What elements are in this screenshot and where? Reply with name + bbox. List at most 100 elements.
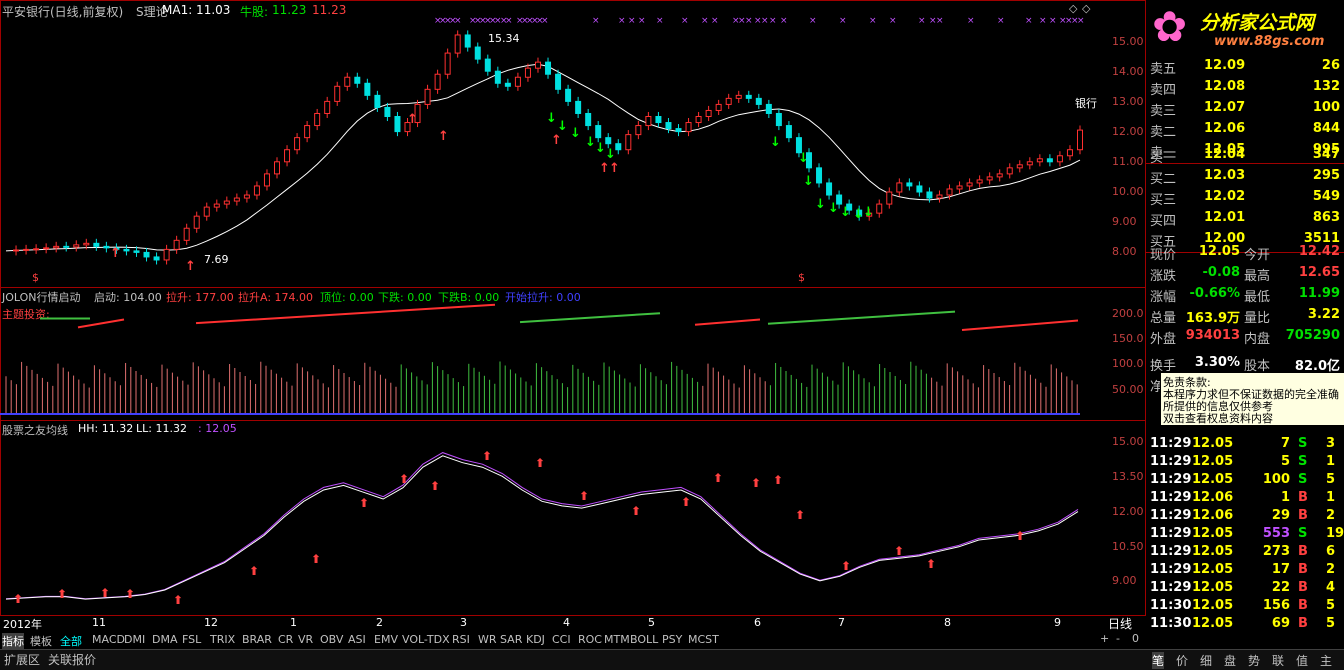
zoom-reset-button[interactable]: 0 — [1132, 632, 1139, 645]
candle-body — [585, 112, 592, 127]
candle-body — [484, 58, 491, 72]
candle-body — [294, 137, 301, 151]
indicator-tab[interactable]: BOLL — [630, 633, 658, 646]
candle-body — [916, 185, 923, 193]
axis-tick: 10.50 — [1112, 540, 1144, 553]
indicator-tab[interactable]: EMV — [374, 633, 398, 646]
trade-volume: 156 — [1262, 598, 1290, 613]
footer-tab-extension[interactable]: 扩展区 — [4, 651, 40, 668]
indicator-tab[interactable]: KDJ — [526, 633, 545, 646]
top-marker-icon: × — [701, 16, 709, 26]
candle-body — [926, 191, 933, 199]
trade-time: 11:29 — [1150, 472, 1192, 487]
stat-label: 总量 — [1150, 311, 1177, 326]
ask-volume: 26 — [1321, 58, 1340, 73]
indicator-tab[interactable]: PSY — [662, 633, 682, 646]
quote-tab[interactable]: 值 — [1296, 652, 1308, 669]
zoom-in-button[interactable]: + — [1100, 632, 1109, 645]
indicator-tab[interactable]: VOL-TDX — [402, 633, 450, 646]
candle-body — [826, 182, 833, 196]
indicator-tab[interactable]: ASI — [348, 633, 366, 646]
quote-tab[interactable]: 联 — [1272, 652, 1284, 669]
candle-body — [424, 88, 431, 105]
indicator-tab[interactable]: FSL — [182, 633, 201, 646]
trade-time: 11:29 — [1150, 544, 1192, 559]
indicator-tab[interactable]: MACD — [92, 633, 125, 646]
indicator-tab[interactable]: VR — [298, 633, 313, 646]
stat-value: 12.42 — [1298, 244, 1340, 259]
candle-body — [434, 73, 441, 90]
indicator-tab[interactable]: 模板 — [30, 633, 52, 649]
trade-time: 11:29 — [1150, 436, 1192, 451]
trade-count: 3 — [1326, 436, 1336, 451]
candle-body — [304, 125, 311, 139]
quote-tab[interactable]: 势 — [1248, 652, 1260, 669]
trade-side: S — [1298, 436, 1308, 451]
quote-tab[interactable]: 细 — [1200, 652, 1212, 669]
trade-volume: 1 — [1280, 490, 1290, 505]
quote-tab[interactable]: 盘 — [1224, 652, 1236, 669]
sell-arrow-icon: ↓ — [770, 135, 781, 150]
bid-label: 买三 — [1150, 193, 1177, 208]
sell-arrow-icon: ↓ — [570, 126, 581, 141]
trade-price: 12.05 — [1192, 544, 1234, 559]
ask-label: 卖五 — [1150, 62, 1177, 77]
candle-body — [635, 125, 642, 136]
indicator-tab[interactable]: MTM — [604, 633, 630, 646]
bid-label: 买一 — [1150, 151, 1177, 166]
ask-label: 卖二 — [1150, 125, 1177, 140]
trade-price: 12.05 — [1192, 598, 1234, 613]
indicator-tab[interactable]: CR — [278, 633, 293, 646]
candle-body — [153, 256, 160, 261]
candle-body — [685, 122, 692, 133]
top-marker-icon: × — [809, 16, 817, 26]
time-tick: 6 — [754, 616, 761, 629]
quote-tab[interactable]: 主 — [1320, 652, 1332, 669]
candle-body — [595, 125, 602, 139]
indicator-tab[interactable]: DMI — [124, 633, 145, 646]
bid-label: 买二 — [1150, 172, 1177, 187]
candle-body — [936, 194, 943, 199]
main-candlestick-chart[interactable]: ↑↑↑↑ ↑↑ ↑↓↓ ↓↓ ↓ ↓↓↓↓↓ ↓ ↓ ↓ ↓××××× ×××××××× ××××××… — [0, 0, 1100, 288]
period-label[interactable]: 日线 — [1108, 615, 1132, 632]
buy-arrow-icon: ⬆ — [249, 564, 259, 578]
top-marker-icon: × — [967, 16, 975, 26]
quote-tab[interactable]: 笔 — [1152, 652, 1165, 669]
indicator-tab[interactable]: RSI — [452, 633, 470, 646]
indicator-tab[interactable]: BRAR — [242, 633, 272, 646]
indicator-tab[interactable]: WR — [478, 633, 497, 646]
zoom-out-button[interactable]: - — [1116, 632, 1120, 645]
footer-tab-related-quote[interactable]: 关联报价 — [48, 651, 96, 668]
candle-body — [956, 185, 963, 190]
buy-arrow-icon: ⬆ — [57, 587, 67, 601]
indicator-tab[interactable]: 指标 — [2, 633, 24, 649]
indicator-tab[interactable]: OBV — [320, 633, 343, 646]
indicator-tab[interactable]: MCST — [688, 633, 719, 646]
sell-arrow-icon: ↓ — [863, 205, 874, 220]
top-marker-icon: × — [1025, 16, 1033, 26]
ask-volume: 100 — [1312, 100, 1340, 115]
trade-volume: 100 — [1262, 472, 1290, 487]
quote-tab[interactable]: 价 — [1176, 652, 1188, 669]
candle-body — [143, 251, 150, 258]
friend-ma-chart[interactable]: ⬆ ⬆ ⬆ ⬆ ⬆ ⬆ ⬆ ⬆ ⬆ ⬆ ⬆ ⬆ ⬆ ⬆ ⬆ ⬆ ⬆ ⬆ ⬆ ⬆ ⬆ ⬆ ⬆ — [0, 420, 1100, 616]
trade-count: 4 — [1326, 580, 1336, 595]
candle-body — [444, 52, 451, 75]
jolon-chart[interactable] — [0, 287, 1100, 421]
indicator-tab[interactable]: 全部 — [60, 633, 82, 649]
candle-body — [705, 109, 712, 117]
indicator-tab[interactable]: CCI — [552, 633, 571, 646]
bid-label: 买四 — [1150, 214, 1177, 229]
trade-time: 11:30 — [1150, 616, 1192, 631]
indicator-tab[interactable]: SAR — [500, 633, 522, 646]
indicator-tab[interactable]: DMA — [152, 633, 178, 646]
indicator-tab[interactable]: TRIX — [210, 633, 235, 646]
candle-body — [555, 73, 562, 90]
jolon-level-line — [767, 310, 956, 325]
indicator-tab[interactable]: ROC — [578, 633, 602, 646]
bid-row: 买一 12.04 347 — [1146, 147, 1344, 168]
ask-row: 卖三 12.07 100 — [1146, 100, 1344, 121]
stat-label: 最低 — [1244, 290, 1271, 305]
ask-label: 卖四 — [1150, 83, 1177, 98]
candle-body — [354, 76, 361, 84]
